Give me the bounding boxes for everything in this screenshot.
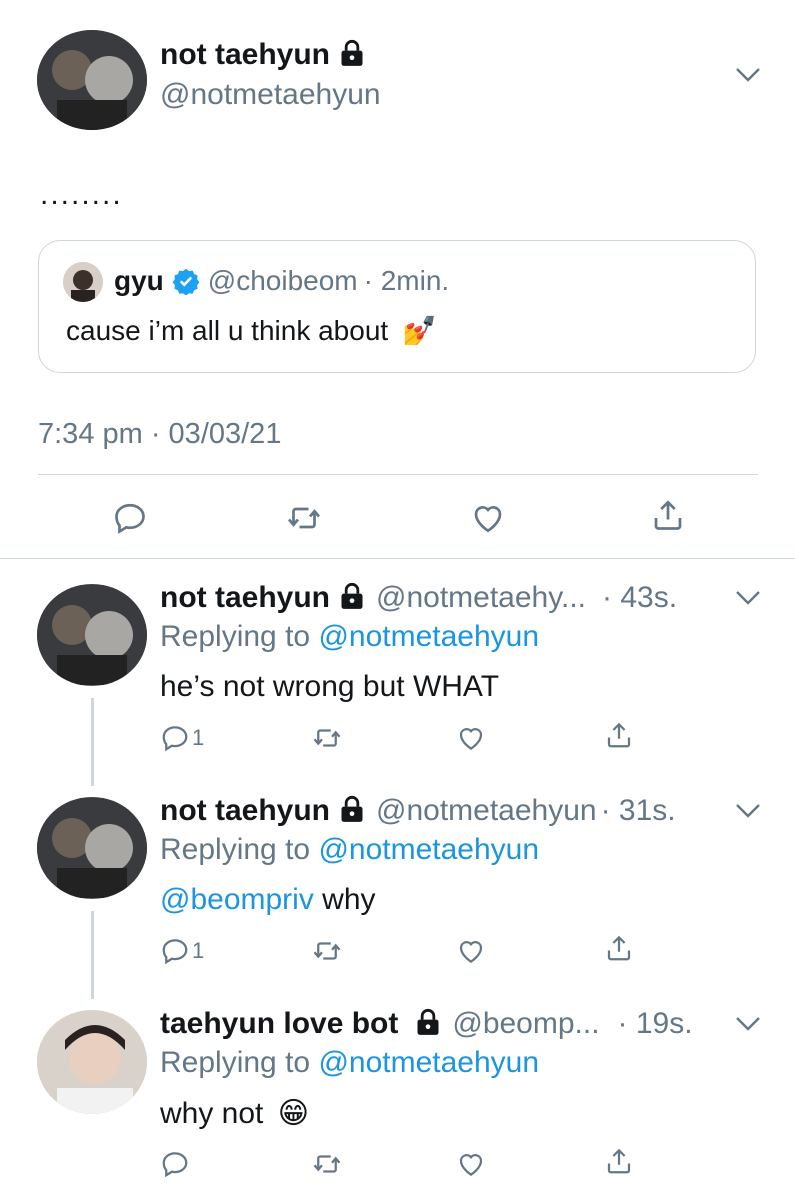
thread-line <box>91 911 94 999</box>
share-icon <box>607 935 631 961</box>
reply-1-replying-to: Replying to @notmetaehyun <box>160 620 539 654</box>
mention-link[interactable]: @beompriv <box>160 883 314 916</box>
reply-3-avatar[interactable] <box>37 1010 147 1114</box>
retweet-icon <box>313 729 341 747</box>
reply-3-text-body: why not <box>160 1097 264 1130</box>
like-icon <box>459 1154 483 1176</box>
replying-label: Replying to <box>160 833 311 866</box>
replying-to-link[interactable]: @notmetaehyun <box>318 1046 539 1079</box>
main-author-name[interactable]: not taehyun <box>160 38 366 75</box>
share-icon <box>607 722 631 748</box>
reply-1-time[interactable]: · 43s. <box>602 581 677 615</box>
retweet-icon <box>287 507 321 529</box>
reply-2-time[interactable]: · 31s. <box>601 794 676 828</box>
retweet-button[interactable] <box>312 936 342 966</box>
share-button[interactable] <box>650 497 686 533</box>
reply-count: 1 <box>192 725 205 750</box>
reply-2-text-body: why <box>313 883 376 916</box>
reply-button[interactable]: 1 <box>160 936 204 966</box>
lock-icon <box>338 39 366 75</box>
lock-icon <box>338 582 366 615</box>
retweet-button[interactable] <box>286 500 322 536</box>
quote-avatar <box>63 262 103 302</box>
reply-1-author-handle[interactable]: @notmetaehy... <box>376 581 586 615</box>
share-icon <box>654 500 682 530</box>
quote-text-body: cause i’m all u think about <box>66 315 389 346</box>
main-avatar[interactable] <box>37 30 147 130</box>
reply-2-avatar[interactable] <box>37 797 147 899</box>
reply-3-header: taehyun love bot @beomp... · 19s. <box>160 1007 693 1041</box>
like-button[interactable] <box>470 500 506 536</box>
like-icon <box>459 941 483 963</box>
reply-3-text: why not 😁 <box>160 1096 309 1131</box>
reply-count: 1 <box>192 938 205 963</box>
reply-3-replying-to: Replying to @notmetaehyun <box>160 1046 539 1080</box>
replying-label: Replying to <box>160 1046 311 1079</box>
quoted-tweet[interactable] <box>38 240 756 373</box>
reply-1-text: he’s not wrong but WHAT <box>160 670 500 703</box>
lock-icon <box>338 795 366 828</box>
like-icon <box>474 506 502 533</box>
like-button[interactable] <box>456 936 486 966</box>
lock-icon <box>414 1008 442 1041</box>
thread-line <box>91 698 94 786</box>
quote-header: gyu @choibeom · 2min. <box>114 265 449 297</box>
replying-to-link[interactable]: @notmetaehyun <box>318 620 539 653</box>
quote-author-name: gyu <box>114 265 164 296</box>
tweet-timestamp[interactable]: 7:34 pm · 03/03/21 <box>38 418 281 451</box>
reply-3-author-name[interactable]: taehyun love bot <box>160 1007 398 1041</box>
share-button[interactable] <box>604 1146 634 1176</box>
chevron-down-icon[interactable] <box>735 803 761 824</box>
reply-icon <box>162 939 188 965</box>
reply-2-header: not taehyun @notmetaehyun · 31s. <box>160 794 676 828</box>
chevron-down-icon[interactable] <box>735 1016 761 1037</box>
like-icon <box>459 728 483 750</box>
divider <box>0 558 795 559</box>
like-button[interactable] <box>456 1149 486 1179</box>
main-tweet-text: ........ <box>40 178 123 211</box>
quote-author-handle: @choibeom <box>207 265 358 296</box>
reply-2-author-handle[interactable]: @notmetaehyun <box>376 794 597 828</box>
retweet-icon <box>313 1155 341 1173</box>
chevron-down-icon[interactable] <box>735 590 761 611</box>
chevron-down-icon[interactable] <box>735 67 761 88</box>
replying-to-link[interactable]: @notmetaehyun <box>318 833 539 866</box>
reply-icon <box>115 503 145 534</box>
reply-2-text: @beompriv why <box>160 883 376 917</box>
reply-2-author-name[interactable]: not taehyun <box>160 794 330 828</box>
replying-label: Replying to <box>160 620 311 653</box>
reply-1-author-name[interactable]: not taehyun <box>160 581 330 615</box>
share-button[interactable] <box>604 933 634 963</box>
share-icon <box>607 1148 631 1174</box>
grinning-emoji: 😁 <box>277 1097 310 1130</box>
like-button[interactable] <box>456 723 486 753</box>
reply-button[interactable]: 1 <box>160 723 204 753</box>
retweet-icon <box>313 942 341 960</box>
reply-2-replying-to: Replying to @notmetaehyun <box>160 833 539 867</box>
reply-icon <box>162 726 188 752</box>
reply-3-author-handle[interactable]: @beomp... <box>452 1007 599 1041</box>
nail-polish-emoji: 💅 <box>401 315 437 346</box>
reply-3-time[interactable]: · 19s. <box>618 1007 693 1041</box>
reply-icon <box>162 1152 188 1178</box>
reply-1-header: not taehyun @notmetaehy... · 43s. <box>160 581 677 615</box>
reply-button[interactable] <box>112 500 148 536</box>
main-author-handle[interactable]: @notmetaehyun <box>160 78 381 112</box>
divider <box>38 474 758 475</box>
quote-time: · 2min. <box>363 265 450 296</box>
share-button[interactable] <box>604 720 634 750</box>
retweet-button[interactable] <box>312 1149 342 1179</box>
reply-1-avatar[interactable] <box>37 584 147 686</box>
verified-icon <box>172 267 200 295</box>
quote-text: cause i’m all u think about 💅 <box>66 314 437 347</box>
main-author-name-text: not taehyun <box>160 38 330 71</box>
reply-button[interactable] <box>160 1149 192 1179</box>
retweet-button[interactable] <box>312 723 342 753</box>
